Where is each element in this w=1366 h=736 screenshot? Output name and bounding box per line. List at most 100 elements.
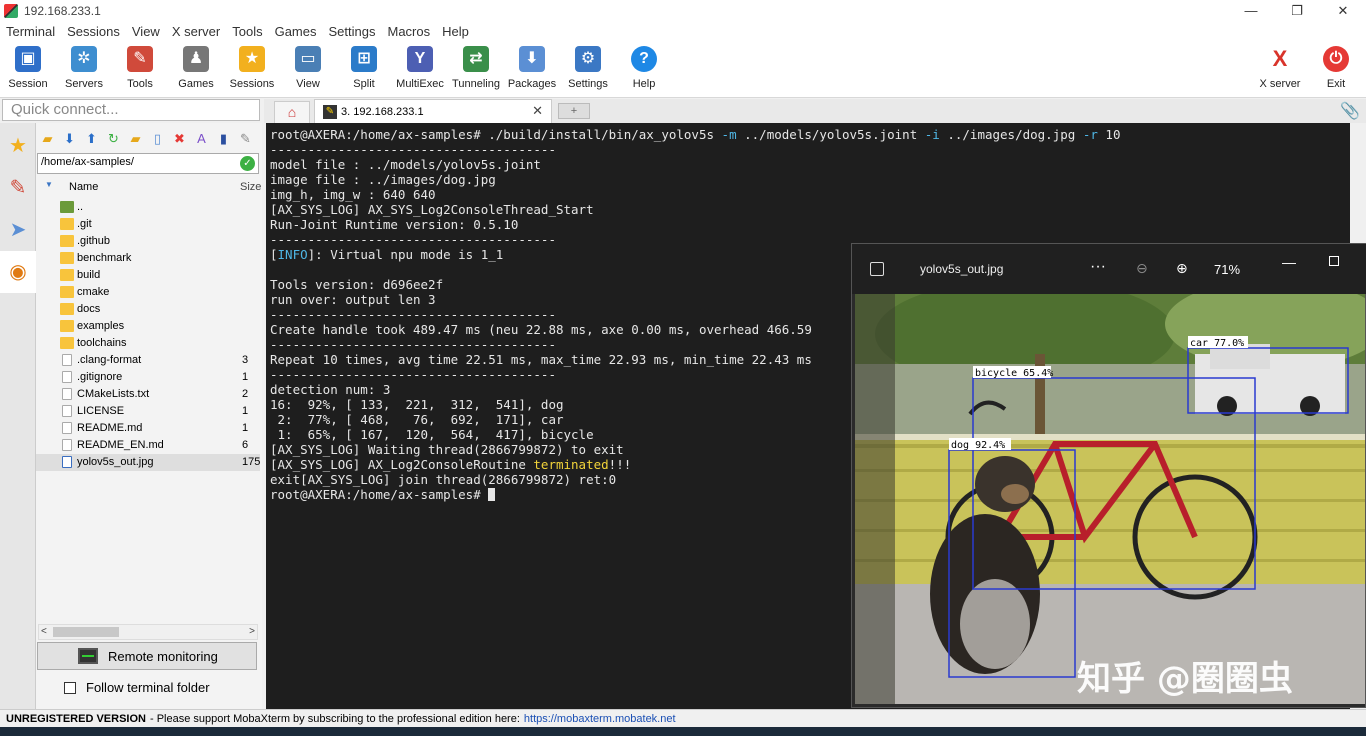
menu-terminal[interactable]: Terminal [0, 22, 61, 42]
games-button[interactable]: ♟ Games [168, 46, 224, 90]
sessions-button[interactable]: ★ Sessions [224, 46, 280, 90]
scroll-right-icon[interactable]: > [249, 625, 255, 639]
minimize-button[interactable]: — [1228, 0, 1274, 22]
servers-button[interactable]: ✲ Servers [56, 46, 112, 90]
menu-help[interactable]: Help [436, 22, 475, 42]
file-name: .git [77, 218, 92, 230]
zoom-in-icon[interactable]: ⊕ [1176, 260, 1188, 277]
tab-close-button[interactable]: ✕ [532, 103, 543, 119]
more-options-icon[interactable]: ··· [1090, 258, 1106, 276]
scroll-left-icon[interactable]: < [41, 625, 47, 639]
file-row[interactable]: .git [36, 216, 260, 233]
open-folder-icon[interactable]: ▰ [38, 129, 57, 148]
send-icon[interactable]: ➤ [0, 209, 36, 251]
follow-terminal-folder[interactable]: Follow terminal folder [64, 680, 210, 695]
terminal-line: image file : ../images/dog.jpg [270, 172, 496, 187]
remote-monitoring-button[interactable]: Remote monitoring [37, 642, 257, 670]
file-row[interactable]: toolchains [36, 335, 260, 352]
edit-icon[interactable]: ✎ [236, 129, 255, 148]
file-row[interactable]: .gitignore 1 [36, 369, 260, 386]
file-name: CMakeLists.txt [77, 388, 150, 400]
terminal-line: root@AXERA:/home/ax-samples# ./build/ins… [270, 127, 1120, 142]
file-row[interactable]: CMakeLists.txt 2 [36, 386, 260, 403]
tools-side-icon[interactable]: ✎ [0, 167, 36, 209]
file-name: README_EN.md [77, 439, 164, 451]
dog-detection-label: dog 92.4% [951, 440, 1005, 451]
file-name: cmake [77, 286, 110, 298]
column-name[interactable]: Name [69, 181, 98, 193]
file-row[interactable]: docs [36, 301, 260, 318]
split-button[interactable]: ⊞ Split [336, 46, 392, 90]
plus-icon: + [570, 105, 578, 117]
menu-sessions[interactable]: Sessions [61, 22, 126, 42]
menu-view[interactable]: View [126, 22, 166, 42]
download-icon[interactable]: ⬇ [60, 129, 79, 148]
view-button[interactable]: ▭ View [280, 46, 336, 90]
file-row[interactable]: LICENSE 1 [36, 403, 260, 420]
file-row[interactable]: .github [36, 233, 260, 250]
menu-games[interactable]: Games [269, 22, 323, 42]
star-icon: ★ [239, 46, 265, 72]
menu-macros[interactable]: Macros [381, 22, 436, 42]
session-button[interactable]: ▣ Session [0, 46, 56, 90]
check-icon[interactable]: ✓ [240, 156, 255, 171]
folder-icon [60, 320, 74, 332]
sftp-icon[interactable]: ◉ [0, 251, 36, 293]
favorites-icon[interactable]: ★ [0, 125, 36, 167]
menu-x-server[interactable]: X server [166, 22, 226, 42]
mobaxterm-link[interactable]: https://mobaxterm.mobatek.net [524, 713, 676, 725]
x-server-button[interactable]: XX server [1252, 46, 1308, 90]
exit-button[interactable]: ⏻ Exit [1308, 46, 1364, 90]
settings-button[interactable]: ⚙ Settings [560, 46, 616, 90]
help-button[interactable]: ? Help [616, 46, 672, 90]
file-icon [62, 354, 72, 366]
new-folder-icon[interactable]: ▰ [126, 129, 145, 148]
file-row[interactable]: README_EN.md 6 [36, 437, 260, 454]
file-row[interactable]: cmake [36, 284, 260, 301]
file-row[interactable]: yolov5s_out.jpg 175 [36, 454, 260, 471]
restore-button[interactable]: ❐ [1274, 0, 1320, 22]
tunneling-button[interactable]: ⇄ Tunneling [448, 46, 504, 90]
refresh-icon[interactable]: ↻ [104, 129, 123, 148]
scroll-thumb[interactable] [53, 627, 119, 637]
menu-tools[interactable]: Tools [226, 22, 268, 42]
paperclip-icon[interactable]: 📎 [1340, 101, 1360, 121]
multiexec-button[interactable]: Y MultiExec [392, 46, 448, 90]
file-row[interactable]: README.md 1 [36, 420, 260, 437]
tools-button[interactable]: ✎ Tools [112, 46, 168, 90]
terminal-line: [AX_SYS_LOG] AX_Log2ConsoleRoutine termi… [270, 457, 631, 472]
path-input[interactable]: /home/ax-samples/ ✓ [37, 153, 259, 174]
zoom-out-icon[interactable]: ⊖ [1136, 260, 1148, 277]
folder-icon [60, 252, 74, 264]
file-row[interactable]: benchmark [36, 250, 260, 267]
viewer-minimize-button[interactable]: — [1282, 254, 1296, 270]
terminal-line: [AX_SYS_LOG] AX_SYS_Log2ConsoleThread_St… [270, 202, 594, 217]
terminal-segment: INFO [277, 247, 308, 262]
home-tab[interactable]: ⌂ [274, 101, 310, 123]
file-row[interactable]: .clang-format 3 [36, 352, 260, 369]
rename-icon[interactable]: A [192, 129, 211, 148]
terminal-line: Create handle took 489.47 ms (neu 22.88 … [270, 322, 812, 337]
packages-button[interactable]: ⬇ Packages [504, 46, 560, 90]
new-tab-button[interactable]: + [558, 103, 590, 119]
file-row[interactable]: examples [36, 318, 260, 335]
menu-settings[interactable]: Settings [323, 22, 382, 42]
settings-icon: ⚙ [575, 46, 601, 72]
upload-icon[interactable]: ⬆ [82, 129, 101, 148]
horizontal-scrollbar[interactable]: < > [38, 624, 258, 640]
file-row[interactable]: .. [36, 199, 260, 216]
sftp-toolbar: ▰ ⬇ ⬆ ↻ ▰ ▯ ✖ A ▮ ✎ [38, 129, 255, 151]
file-row[interactable]: build [36, 267, 260, 284]
new-file-icon[interactable]: ▯ [148, 129, 167, 148]
quick-connect-input[interactable]: Quick connect... [2, 99, 260, 121]
delete-icon[interactable]: ✖ [170, 129, 189, 148]
viewer-maximize-button[interactable] [1329, 256, 1339, 266]
close-button[interactable]: ✕ [1320, 0, 1366, 22]
permissions-icon[interactable]: ▮ [214, 129, 233, 148]
detection-image: car 77.0% bicycle 65.4% dog 92.4% 知乎 @圈圈… [855, 294, 1365, 704]
session-tab[interactable]: ✎ 3. 192.168.233.1 ✕ [314, 99, 552, 123]
column-size[interactable]: Size [240, 181, 261, 193]
follow-checkbox[interactable] [64, 681, 76, 694]
terminal-segment: -------------------------------------- [270, 307, 556, 322]
terminal-line: -------------------------------------- [270, 232, 556, 247]
